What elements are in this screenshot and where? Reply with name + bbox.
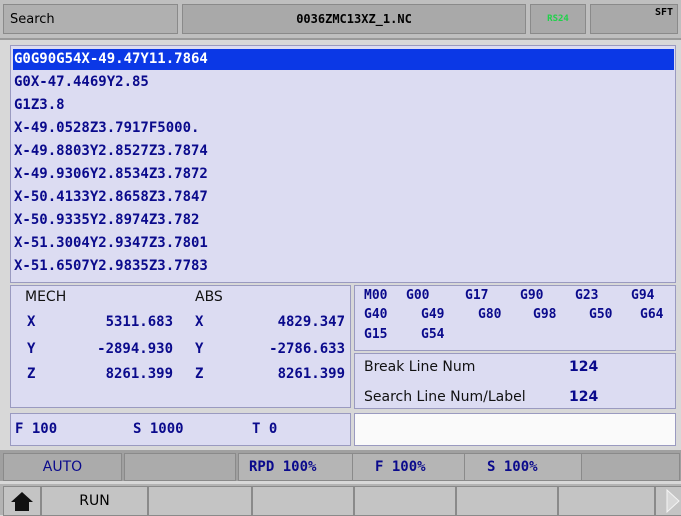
rapid-override: RPD 100% (238, 453, 362, 481)
softkey-4[interactable] (252, 486, 354, 516)
program-line[interactable]: X-50.4133Y2.8658Z3.7847 (13, 187, 674, 208)
softkey-5[interactable] (354, 486, 456, 516)
run-softkey-label: RUN (79, 493, 110, 509)
home-softkey[interactable] (3, 486, 41, 516)
abs-axis-z-label: Z (195, 366, 204, 382)
softkey-bar: RUN (0, 484, 681, 516)
abs-z-value: 8261.399 (277, 366, 345, 382)
mech-x-value: 5311.683 (105, 314, 173, 330)
program-line[interactable]: G0G90G54X-49.47Y11.7864 (13, 49, 674, 70)
program-line[interactable]: X-50.9335Y2.8974Z3.782 (13, 210, 674, 231)
gcode-modal: G80 (478, 307, 502, 322)
mech-axis-x-label: X (27, 314, 36, 330)
gcode-modal: G54 (421, 327, 445, 342)
gcode-modal: G98 (533, 307, 557, 322)
search-line-value[interactable]: 124 (569, 389, 598, 405)
gcode-modal: G15 (364, 327, 388, 342)
next-page-arrow-icon (666, 489, 680, 513)
gcode-modal: G17 (465, 288, 489, 303)
abs-y-value: -2786.633 (269, 341, 345, 357)
program-line[interactable]: X-49.8803Y2.8527Z3.7874 (13, 141, 674, 162)
break-line-value: 124 (569, 359, 599, 375)
program-listing[interactable]: G0G90G54X-49.47Y11.7864 G0X-47.4469Y2.85… (10, 45, 676, 283)
softkey-7[interactable] (558, 486, 655, 516)
machine-status-indicator: RS24 (530, 4, 586, 34)
gcode-modal: G94 (631, 288, 655, 303)
program-line[interactable]: G1Z3.8 (13, 95, 674, 116)
feed-override-value: F 100% (375, 459, 426, 475)
home-icon (11, 492, 33, 511)
coordinate-panel: MECH ABS X 5311.683 X 4829.347 Y -2894.9… (10, 285, 351, 408)
program-line[interactable]: X-51.6507Y2.9835Z3.7783 (13, 256, 674, 277)
rapid-override-value: RPD 100% (249, 459, 317, 475)
line-number-panel: Break Line Num 124 Search Line Num/Label… (354, 353, 676, 409)
status-cell-empty (124, 453, 236, 481)
softkey-6[interactable] (456, 486, 558, 516)
mech-axis-y-label: Y (27, 341, 36, 357)
mode-title: Search (3, 4, 178, 34)
gcode-modal: G49 (421, 307, 445, 322)
tool-value: T 0 (252, 421, 278, 437)
gcode-modal: G90 (520, 288, 544, 303)
mech-y-value: -2894.930 (97, 341, 173, 357)
status-bar: AUTO RPD 100% F 100% S 100% (0, 450, 681, 481)
modal-gcode-panel: M00 G00 G17 G90 G23 G94 G40 G49 G80 G98 … (354, 285, 676, 351)
mech-z-value: 8261.399 (105, 366, 173, 382)
fst-panel: F 100 S 1000 T 0 (10, 413, 351, 446)
program-line[interactable]: X-49.9306Y2.8534Z3.7872 (13, 164, 674, 185)
program-line[interactable]: X-51.3004Y2.9347Z3.7801 (13, 233, 674, 254)
mech-header: MECH (25, 289, 67, 305)
gcode-modal: G23 (575, 288, 599, 303)
spindle-value: S 1000 (133, 421, 184, 437)
break-line-label: Break Line Num (364, 359, 476, 375)
sft-indicator: SFT (590, 4, 678, 34)
program-line[interactable]: X-49.0528Z3.7917F5000. (13, 118, 674, 139)
program-line[interactable]: G0X-47.4469Y2.85 (13, 72, 674, 93)
feedrate-value: F 100 (15, 421, 58, 437)
abs-header: ABS (195, 289, 223, 305)
message-box (354, 413, 676, 446)
abs-axis-y-label: Y (195, 341, 204, 357)
gcode-modal: G00 (406, 288, 430, 303)
gcode-modal: M00 (364, 288, 388, 303)
gcode-modal: G50 (589, 307, 613, 322)
status-cell-empty (581, 453, 680, 481)
run-softkey[interactable]: RUN (41, 486, 148, 516)
mech-axis-z-label: Z (27, 366, 36, 382)
program-filename: 0036ZMC13XZ_1.NC (182, 4, 526, 34)
softkey-3[interactable] (148, 486, 252, 516)
operation-mode: AUTO (3, 453, 122, 481)
search-line-label: Search Line Num/Label (364, 389, 526, 405)
title-bar: Search 0036ZMC13XZ_1.NC RS24 SFT (0, 0, 681, 40)
next-page-softkey[interactable] (655, 486, 681, 516)
abs-x-value: 4829.347 (277, 314, 345, 330)
spindle-override-value: S 100% (487, 459, 538, 475)
gcode-modal: G64 (640, 307, 664, 322)
gcode-modal: G40 (364, 307, 388, 322)
abs-axis-x-label: X (195, 314, 204, 330)
